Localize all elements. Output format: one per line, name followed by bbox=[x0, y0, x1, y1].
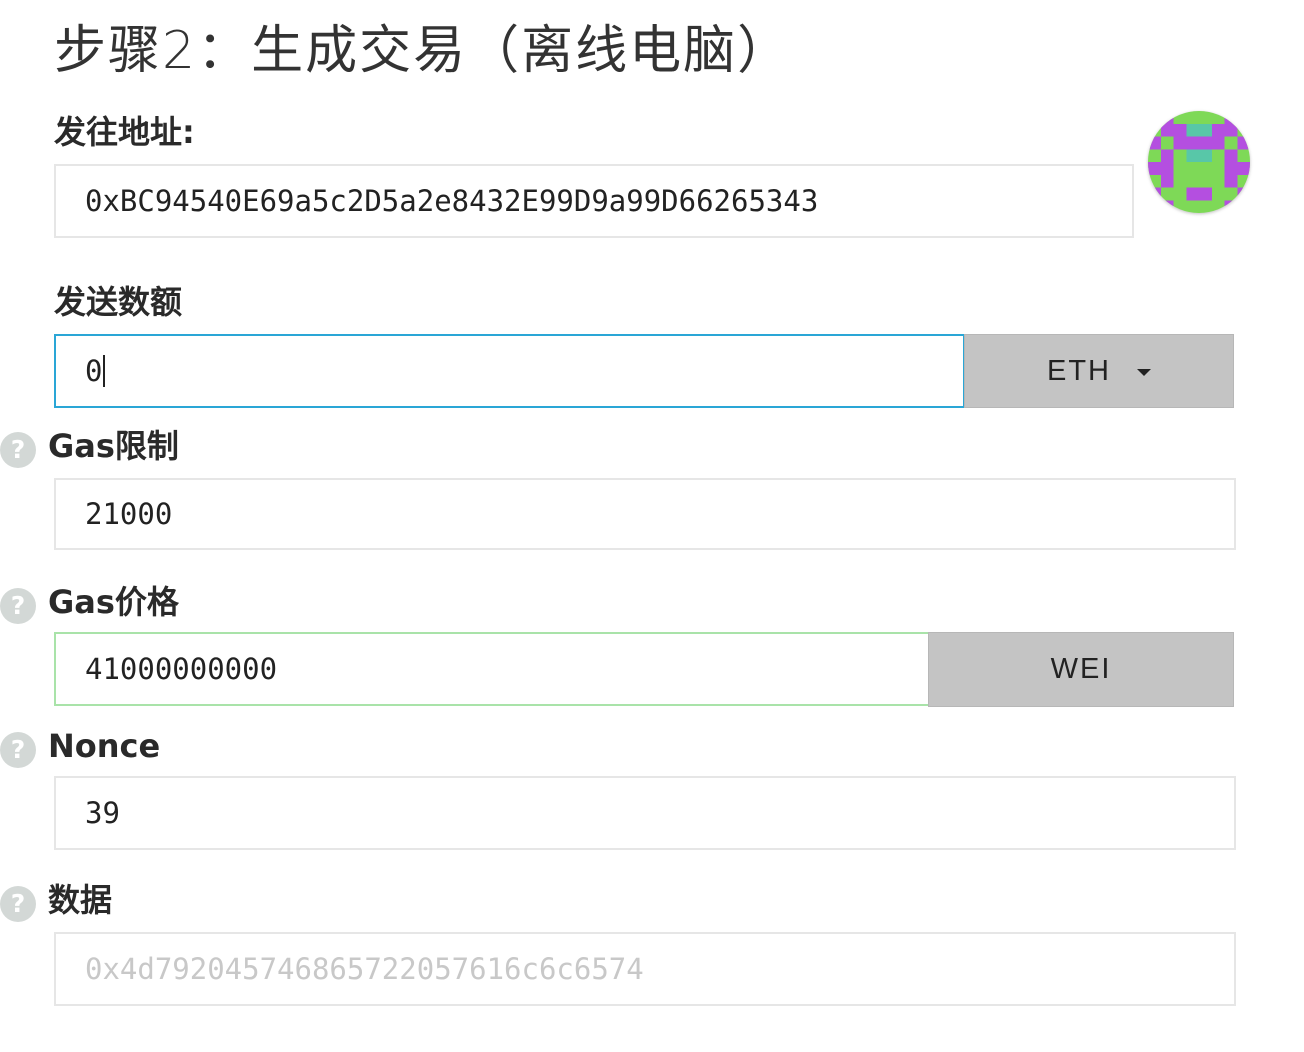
help-icon[interactable]: ? bbox=[0, 588, 36, 624]
to-address-input[interactable]: 0xBC94540E69a5c2D5a2e8432E99D9a99D662653… bbox=[54, 164, 1134, 238]
amount-label: 发送数额 bbox=[54, 283, 183, 321]
nonce-input[interactable]: 39 bbox=[54, 776, 1236, 850]
text-cursor bbox=[103, 355, 106, 387]
currency-dropdown[interactable]: ETH bbox=[964, 334, 1234, 408]
gas-limit-label: Gas限制 bbox=[48, 427, 179, 465]
nonce-label: Nonce bbox=[48, 727, 161, 765]
currency-dropdown-label: ETH bbox=[1047, 354, 1111, 387]
page-title: 步骤2：生成交易（离线电脑） bbox=[54, 21, 792, 81]
nonce-value: 39 bbox=[85, 796, 120, 830]
to-address-value: 0xBC94540E69a5c2D5a2e8432E99D9a99D662653… bbox=[85, 184, 819, 218]
data-placeholder: 0x4d792045746865722057616c6c6574 bbox=[85, 952, 644, 986]
amount-value: 0 bbox=[85, 354, 103, 388]
gas-price-value: 41000000000 bbox=[85, 652, 278, 686]
gas-price-unit: WEI bbox=[928, 632, 1234, 707]
help-icon[interactable]: ? bbox=[0, 432, 36, 468]
help-icon[interactable]: ? bbox=[0, 886, 36, 922]
amount-input[interactable]: 0 bbox=[54, 334, 965, 408]
gas-price-unit-label: WEI bbox=[1050, 653, 1112, 685]
gas-limit-value: 21000 bbox=[85, 497, 173, 531]
gas-price-label: Gas价格 bbox=[48, 583, 179, 621]
gas-limit-input[interactable]: 21000 bbox=[54, 478, 1236, 550]
help-icon[interactable]: ? bbox=[0, 732, 36, 768]
data-input[interactable]: 0x4d792045746865722057616c6c6574 bbox=[54, 932, 1236, 1006]
address-identicon bbox=[1148, 111, 1250, 213]
chevron-down-icon bbox=[1137, 369, 1151, 376]
gas-price-input[interactable]: 41000000000 bbox=[54, 632, 930, 706]
data-label: 数据 bbox=[48, 881, 113, 919]
to-address-label: 发往地址: bbox=[54, 113, 195, 151]
